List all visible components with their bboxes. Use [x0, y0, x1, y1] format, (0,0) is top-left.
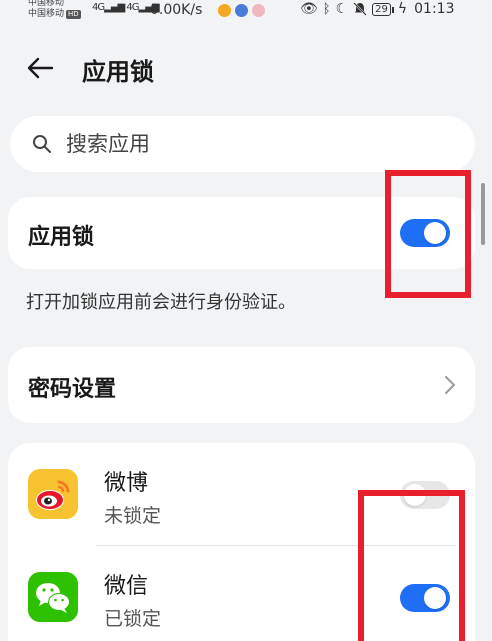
battery-icon: 29	[372, 2, 394, 16]
password-settings-row[interactable]: 密码设置	[8, 347, 475, 423]
page-title: 应用锁	[82, 58, 154, 86]
weibo-icon	[28, 469, 78, 519]
app-name: 微信	[104, 574, 149, 599]
carrier-2: 中国移动	[28, 9, 65, 19]
net-speed: 0.00K/s	[150, 2, 203, 18]
scrollbar[interactable]	[481, 183, 485, 245]
signal-2-label: 4G	[126, 2, 139, 13]
music-notification-icon	[235, 4, 248, 17]
highlight-box-app-toggles	[358, 490, 465, 641]
battery-level: 29	[375, 3, 388, 15]
carrier-info: 中国移动 中国移动 HD	[28, 0, 81, 20]
app-lock-hint: 打开加锁应用前会进行身份验证。	[26, 292, 296, 313]
app-status: 未锁定	[104, 505, 162, 527]
app-notification-icon	[252, 4, 265, 17]
search-input[interactable]	[66, 126, 446, 162]
signal-1-label: 4G	[92, 2, 105, 13]
back-arrow-icon	[27, 57, 54, 79]
hd-badge: HD	[66, 10, 81, 19]
status-bar: 中国移动 中国移动 HD 4G▂▄▆ 4G▂▄▆ 0.00K/s 👁 ᛒ ☾ 29…	[0, 0, 492, 26]
charging-icon: ϟ	[397, 1, 408, 17]
weibo-notification-icon	[218, 4, 231, 17]
search-icon	[33, 135, 51, 153]
signal-indicators: 4G▂▄▆ 4G▂▄▆	[92, 2, 160, 13]
app-name: 微博	[104, 471, 149, 496]
carrier-1: 中国移动	[28, 0, 65, 8]
clock: 01:13	[414, 1, 455, 17]
bluetooth-icon: ᛒ	[322, 1, 331, 17]
eye-icon: 👁	[300, 1, 318, 17]
password-settings-label: 密码设置	[28, 377, 117, 402]
app-status: 已锁定	[104, 608, 162, 630]
app-lock-label: 应用锁	[28, 225, 95, 250]
wechat-icon	[28, 572, 78, 622]
highlight-box-app-lock-toggle	[385, 170, 471, 298]
back-button[interactable]	[22, 48, 62, 88]
mute-bell-icon	[353, 2, 367, 16]
chevron-right-icon	[445, 376, 455, 394]
header: 应用锁	[0, 40, 492, 96]
signal-1-icon: ▂▄▆	[104, 2, 125, 13]
system-icons: 👁 ᛒ ☾ 29 ϟ 01:13	[300, 1, 455, 17]
notification-icons	[218, 4, 265, 17]
search-bar[interactable]	[10, 116, 475, 172]
moon-icon: ☾	[335, 1, 349, 17]
